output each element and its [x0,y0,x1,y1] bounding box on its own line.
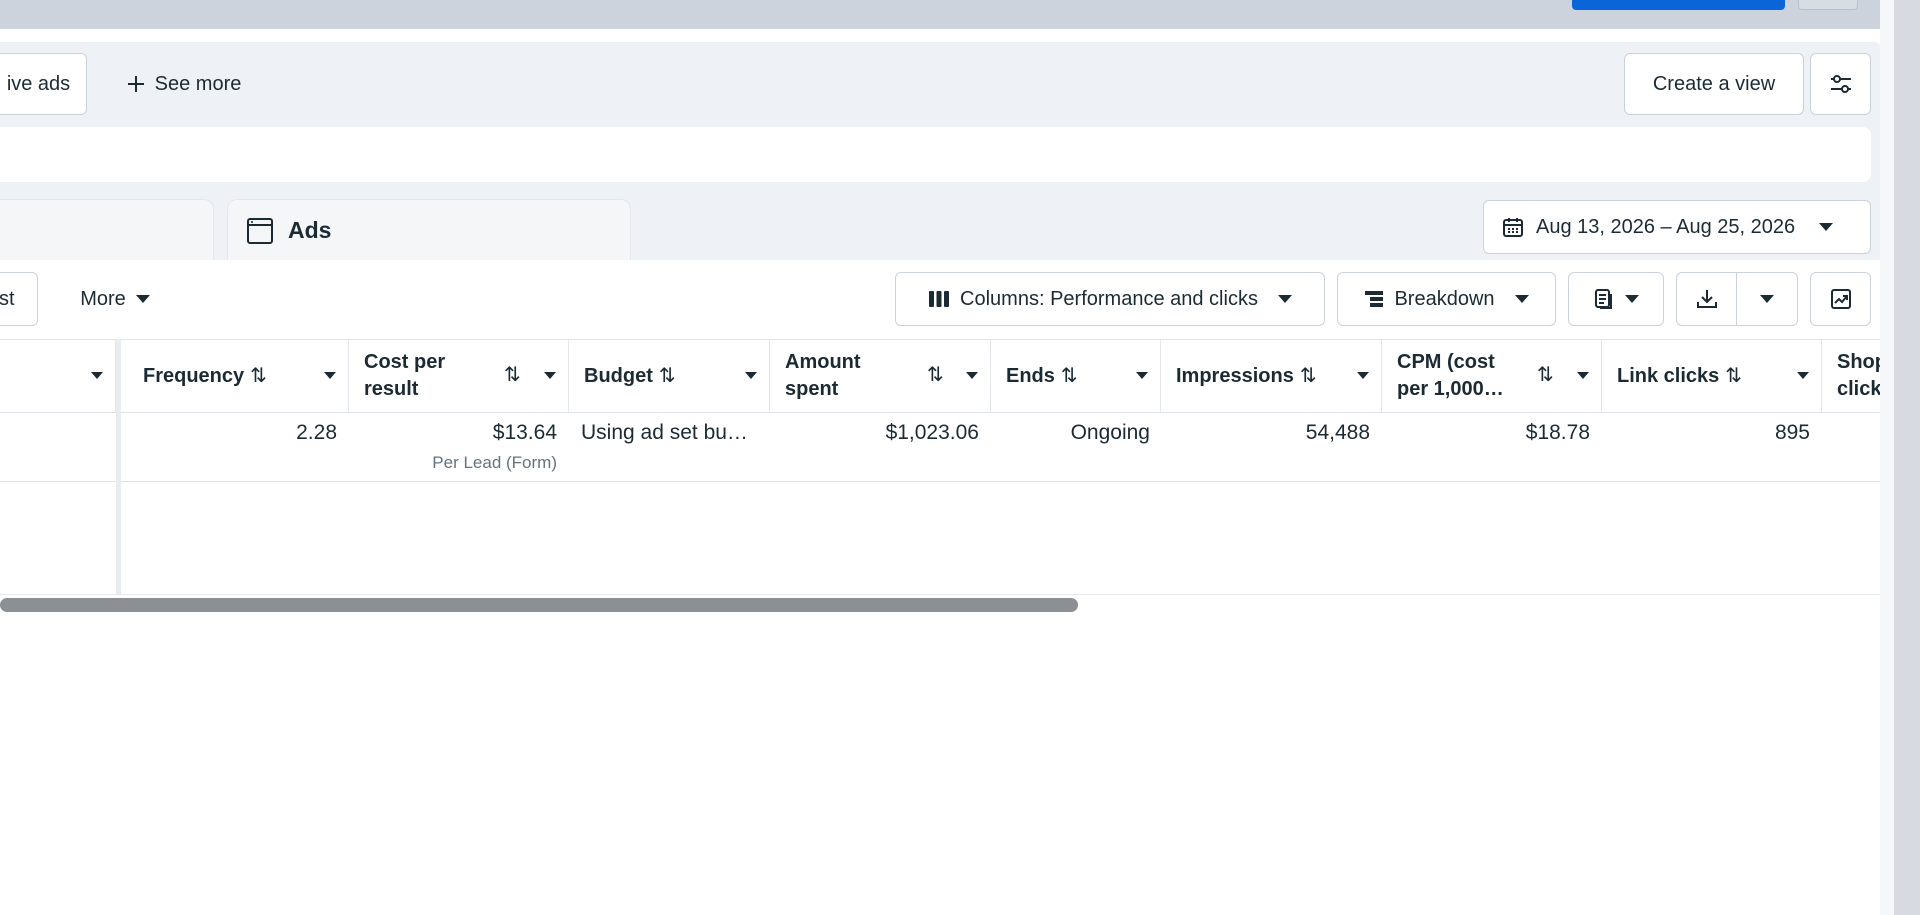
left-toolbar-label: st [0,287,15,310]
chart-icon [1830,289,1851,309]
chevron-down-icon [1514,295,1529,303]
frozen-column-divider[interactable] [116,339,121,595]
column-label: Ends [1006,364,1055,387]
see-more-label: See more [154,72,242,95]
search-filter-bar[interactable] [0,127,1871,182]
date-range-label: Aug 13, 2026 – Aug 25, 2026 [1536,215,1796,238]
breakdown-icon [1365,291,1384,307]
secondary-header-button[interactable] [1798,0,1858,10]
tab-ads[interactable]: Ads [227,199,631,261]
export-button[interactable] [1677,273,1737,325]
column-label: Amount spent [785,351,861,400]
columns-label: Columns: Performance and clicks [960,287,1258,310]
column-header-budget[interactable]: Budget ⇅ [569,340,770,412]
column-header-amount-spent[interactable]: Amount spent ⇅ [770,340,991,412]
sort-icon[interactable]: ⇅ [1061,363,1078,390]
download-icon [1696,290,1717,308]
column-label: Cost per result [364,351,446,400]
breakdown-label: Breakdown [1394,287,1495,310]
column-label: Budget [584,364,653,387]
column-header-ends[interactable]: Ends ⇅ [991,340,1161,412]
column-header-shop-clicks[interactable]: Shop click [1822,340,1882,412]
reports-dropdown[interactable] [1568,272,1664,326]
export-options-button[interactable] [1737,273,1797,325]
chevron-down-icon [1819,223,1834,231]
create-view-label: Create a view [1652,72,1776,95]
horizontal-scrollbar[interactable] [0,598,1078,612]
more-button[interactable]: More [60,272,170,326]
cell-cpm: $18.78 [1525,421,1590,444]
cell-impressions: 54,488 [1305,421,1370,444]
table-row[interactable]: 2.28 $13.64 Per Lead (Form) Using ad set… [0,413,1882,482]
chevron-down-icon [1760,295,1774,303]
charts-button[interactable] [1810,272,1871,326]
ad-frame-icon [247,217,273,244]
more-label: More [80,287,126,310]
column-menu-caret-icon[interactable] [544,372,556,379]
column-menu-caret-icon[interactable] [324,372,336,379]
export-button-group [1676,272,1798,326]
column-menu-caret-icon[interactable] [1797,372,1809,379]
sort-icon[interactable]: ⇅ [1725,363,1742,390]
cell-budget: Using ad set bu… [581,421,748,444]
column-header-link-clicks[interactable]: Link clicks ⇅ [1602,340,1822,412]
column-header-name[interactable] [0,340,116,412]
sort-icon[interactable]: ⇅ [659,363,676,390]
tab-ad-sets[interactable] [0,199,214,261]
sort-icon[interactable]: ⇅ [927,362,944,389]
cell-frequency: 2.28 [296,421,337,444]
sliders-icon [1830,75,1851,93]
column-label: CPM (cost per 1,000… [1397,351,1504,400]
reports-icon [1595,289,1612,309]
column-menu-caret-icon[interactable] [91,372,103,379]
tab-ads-label: Ads [288,217,332,243]
right-rail [1880,0,1894,915]
column-header-cpm[interactable]: CPM (cost per 1,000… ⇅ [1382,340,1602,412]
column-label: Impressions [1176,364,1294,387]
columns-icon [929,291,950,307]
column-header-impressions[interactable]: Impressions ⇅ [1161,340,1382,412]
creative-ads-view-button[interactable]: ive ads [0,53,87,115]
table-bottom-border [0,594,1882,595]
column-header-frequency[interactable]: Frequency ⇅ [128,340,349,412]
column-label: Shop click [1837,351,1882,400]
cell-link-clicks: 895 [1774,421,1810,444]
cell-amount-spent: $1,023.06 [885,421,979,444]
sort-icon[interactable]: ⇅ [250,363,267,390]
sort-icon[interactable]: ⇅ [1300,363,1317,390]
column-menu-caret-icon[interactable] [966,372,978,379]
sort-icon[interactable]: ⇅ [504,362,521,389]
create-view-button[interactable]: Create a view [1624,53,1804,115]
chevron-down-icon [1625,295,1639,303]
top-header-bar [0,0,1880,29]
see-more-button[interactable]: See more [108,53,260,115]
table-header: Frequency ⇅ Cost per result ⇅ Budget ⇅ A… [0,339,1882,413]
cell-ends: Ongoing [1070,421,1150,444]
primary-action-button[interactable] [1572,0,1785,10]
left-toolbar-button[interactable]: st [0,272,38,326]
column-header-cost-per-result[interactable]: Cost per result ⇅ [349,340,569,412]
cell-cost-per-result: $13.64 [492,421,557,444]
plus-icon [127,76,144,92]
cell-result-type: Per Lead (Form) [432,453,557,472]
column-label: Link clicks [1617,364,1720,387]
column-menu-caret-icon[interactable] [745,372,757,379]
view-settings-button[interactable] [1810,53,1871,115]
columns-dropdown[interactable]: Columns: Performance and clicks [895,272,1325,326]
calendar-icon [1503,218,1523,237]
column-menu-caret-icon[interactable] [1357,372,1369,379]
column-label: Frequency [143,364,245,387]
breakdown-dropdown[interactable]: Breakdown [1337,272,1556,326]
date-range-picker[interactable]: Aug 13, 2026 – Aug 25, 2026 [1483,200,1871,254]
chevron-down-icon [135,295,150,303]
ads-manager-screen: ive ads See more Create a view Ads Aug 1… [0,0,1920,915]
creative-ads-view-label: ive ads [6,72,71,95]
sort-icon[interactable]: ⇅ [1537,362,1554,389]
window-edge [1894,0,1920,915]
chevron-down-icon [1277,295,1292,303]
column-menu-caret-icon[interactable] [1577,372,1589,379]
column-menu-caret-icon[interactable] [1136,372,1148,379]
